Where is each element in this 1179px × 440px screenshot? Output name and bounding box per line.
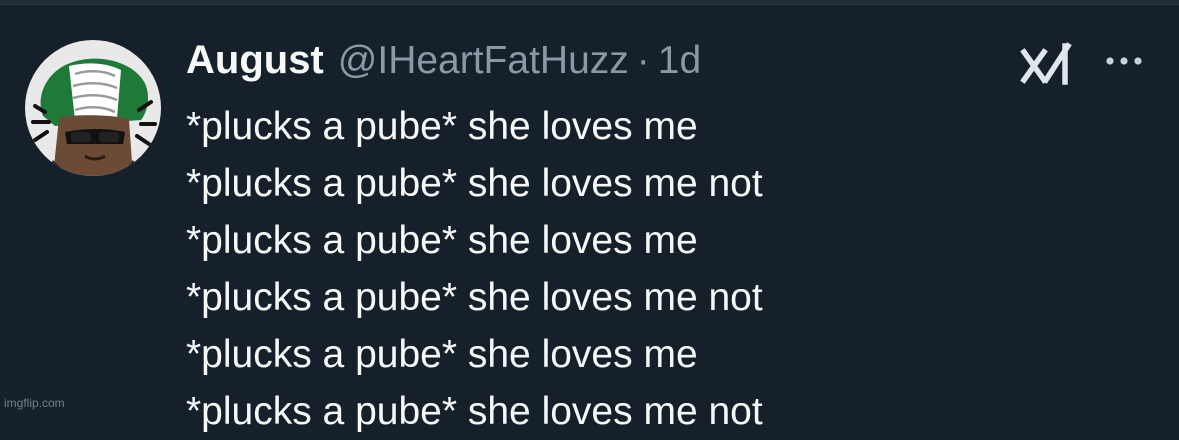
author-name[interactable]: August xyxy=(186,38,324,83)
tweet-line: *plucks a pube* she loves me not xyxy=(186,162,763,205)
avatar-image xyxy=(25,40,161,176)
tweet-line: *plucks a pube* she loves me not xyxy=(186,390,763,433)
more-icon[interactable] xyxy=(1100,46,1148,76)
imgflip-watermark: imgflip.com xyxy=(4,396,65,410)
timestamp[interactable]: 1d xyxy=(658,39,701,83)
avatar[interactable] xyxy=(25,40,161,176)
separator-dot: · xyxy=(636,39,650,82)
tweet-line: *plucks a pube* she loves me not xyxy=(186,276,763,319)
tweet-line: *plucks a pube* she loves me xyxy=(186,105,698,148)
author-handle[interactable]: @IHeartFatHuzz xyxy=(338,39,629,83)
tweet-header: August @IHeartFatHuzz · 1d xyxy=(186,38,701,88)
grok-icon[interactable] xyxy=(1020,36,1076,92)
tweet-text: *plucks a pube* she loves me *plucks a p… xyxy=(186,98,763,440)
top-divider xyxy=(0,0,1179,5)
tweet-line: *plucks a pube* she loves me xyxy=(186,333,698,376)
tweet-line: *plucks a pube* she loves me xyxy=(186,219,698,262)
